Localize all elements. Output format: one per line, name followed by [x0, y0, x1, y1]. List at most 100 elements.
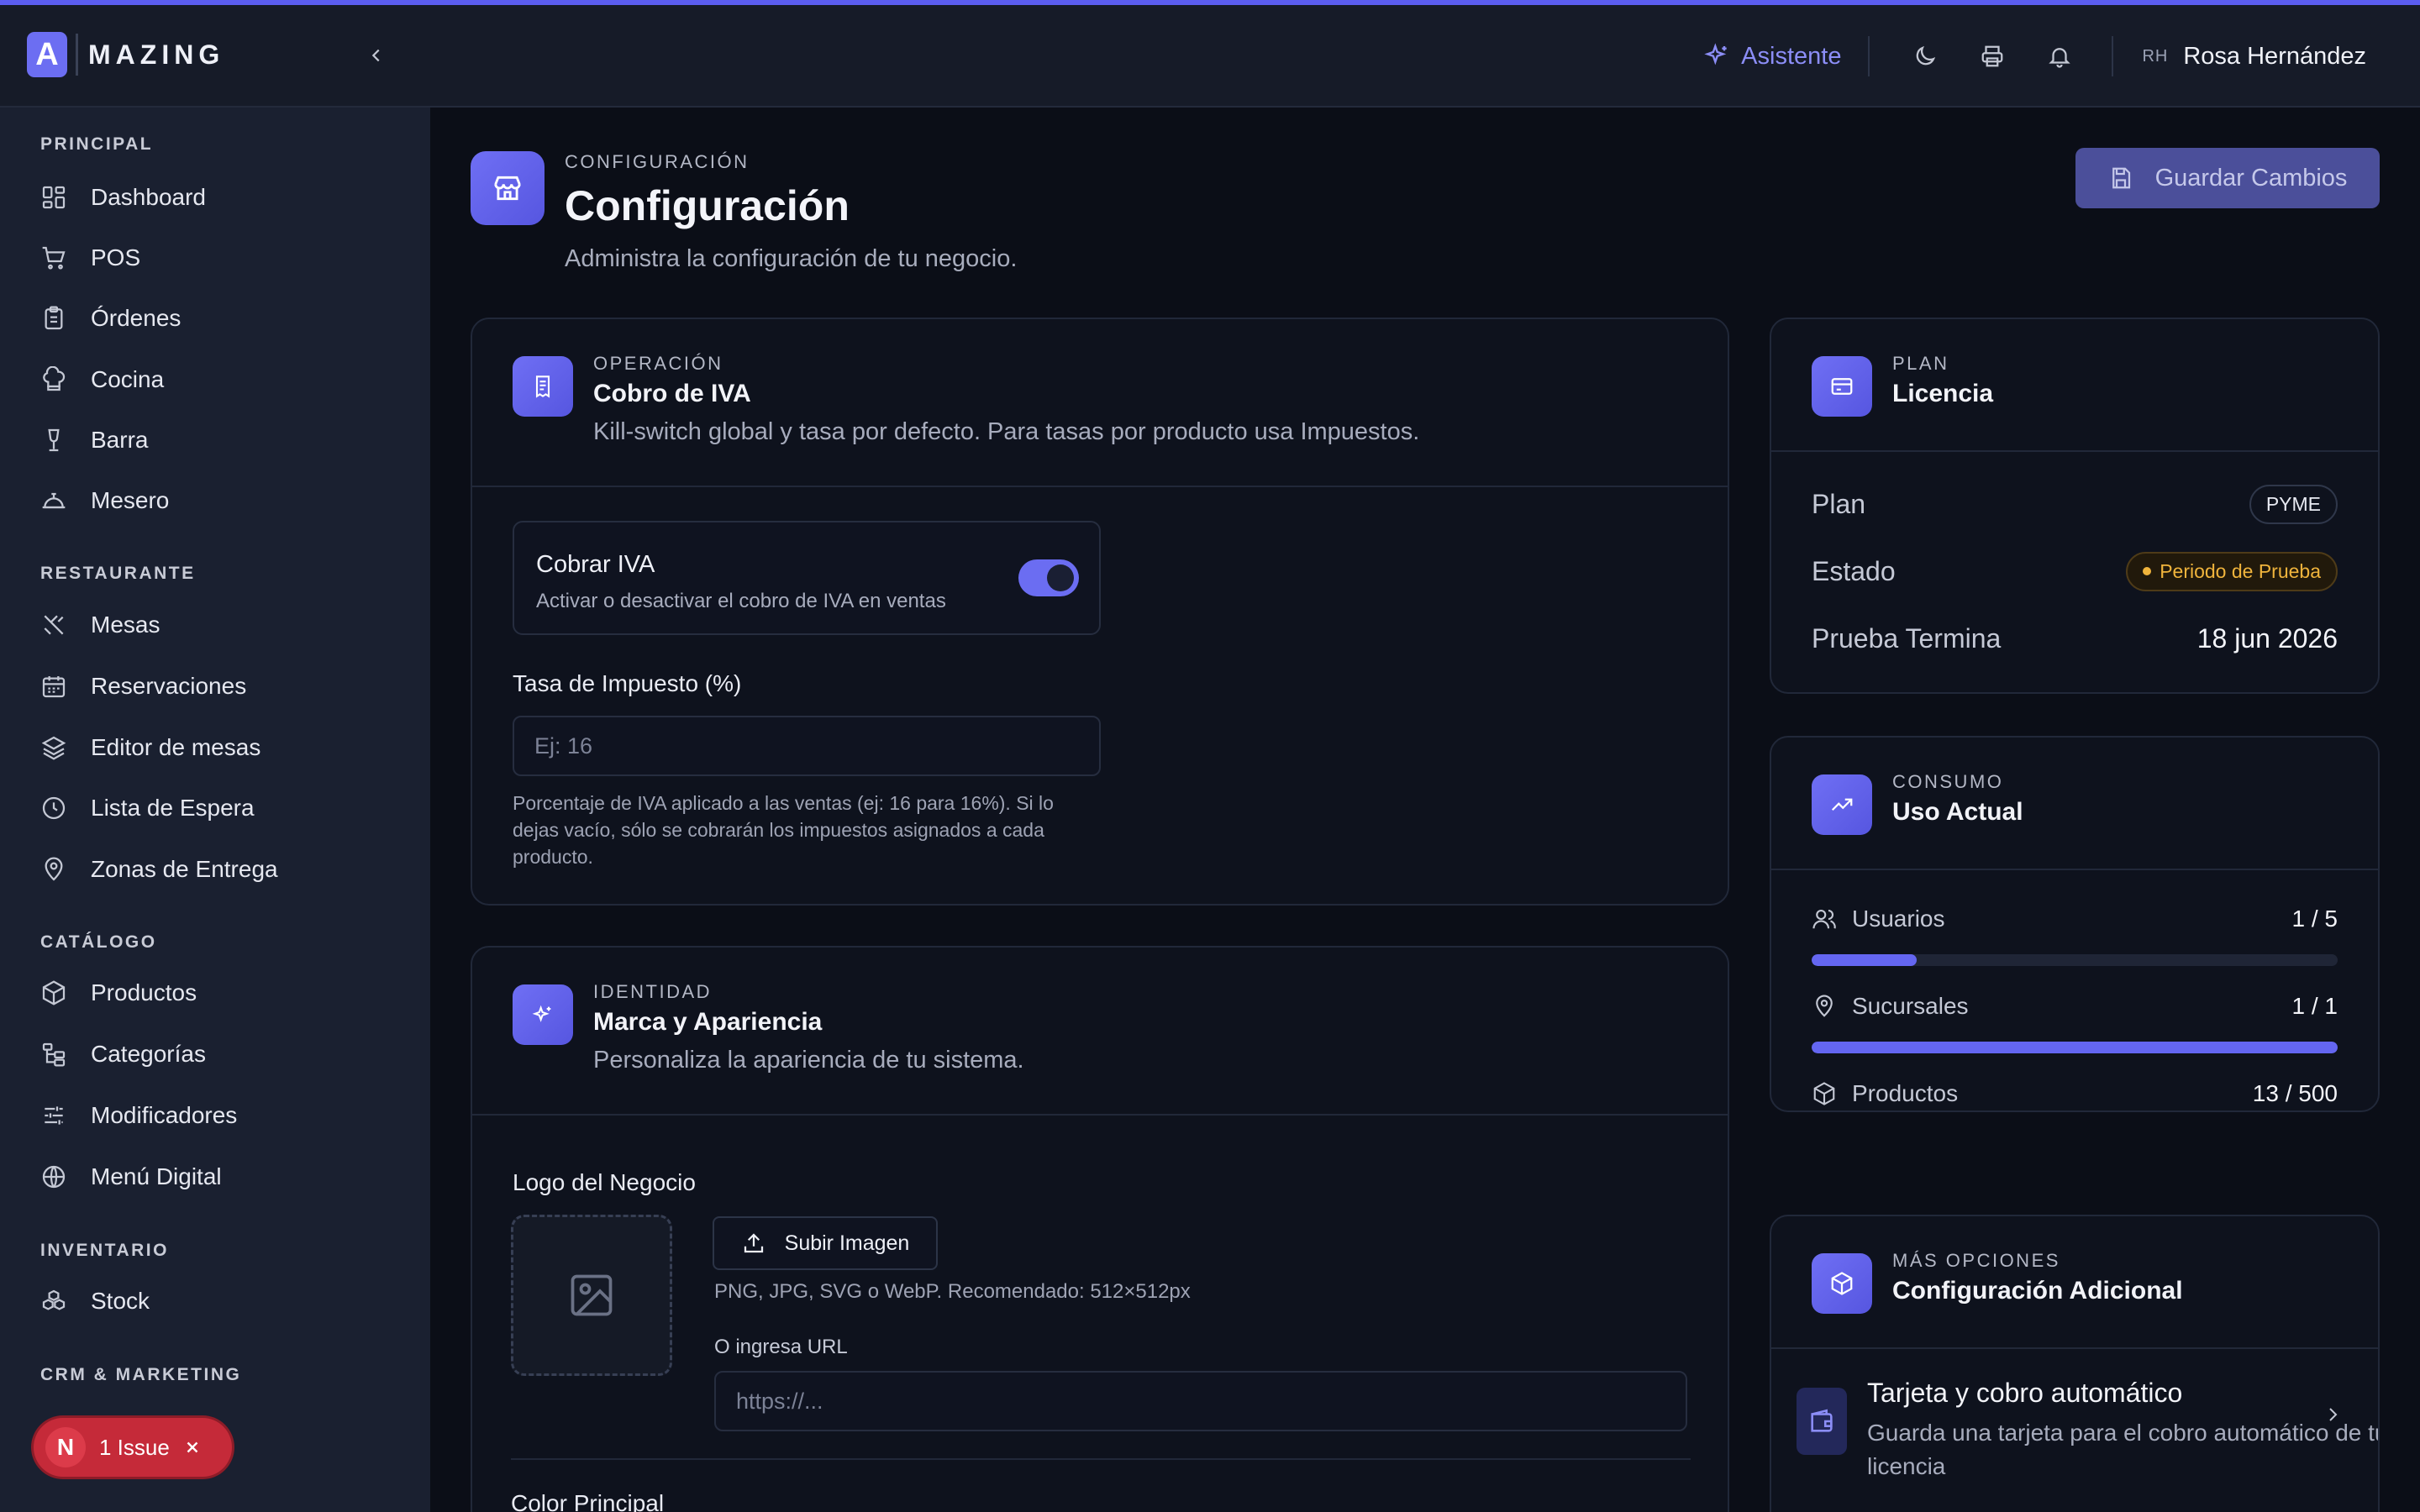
option-title: Tarjeta y cobro automático: [1867, 1378, 2183, 1408]
store-icon: [494, 176, 521, 201]
tax-rate-input[interactable]: Ej: 16: [513, 716, 1101, 776]
sidebar-item-label: Mesero: [91, 487, 170, 513]
usage-card-title: Uso Actual: [1892, 798, 2023, 826]
brand-card-icon: [513, 984, 573, 1045]
sidebar-item-label: Mesas: [91, 612, 160, 638]
sidebar-item-lista-espera[interactable]: Lista de Espera: [40, 786, 255, 830]
sidebar-item-menu-digital[interactable]: Menú Digital: [40, 1155, 222, 1199]
main-content: CONFIGURACIÓN Configuración Administra l…: [430, 108, 2420, 1512]
brand-card-kicker: IDENTIDAD: [593, 981, 713, 1002]
sidebar-item-label: Lista de Espera: [91, 795, 255, 821]
card-billing-option[interactable]: Tarjeta y cobro automático Guarda una ta…: [1797, 1366, 2378, 1479]
chevron-right-icon: [2323, 1404, 2343, 1429]
package-icon: [1813, 1082, 1835, 1105]
brand-card-title: Marca y Apariencia: [593, 1008, 823, 1036]
assistant-label: Asistente: [1741, 42, 1842, 70]
logo-url-input[interactable]: https://...: [714, 1371, 1687, 1431]
usage-value: 13 / 500: [2252, 1080, 2338, 1106]
usage-row-productos: Productos 13 / 500: [1812, 1077, 2338, 1110]
divider: [511, 1458, 1691, 1460]
sidebar-section-restaurante: RESTAURANTE: [40, 564, 196, 583]
sidebar-item-reservaciones[interactable]: Reservaciones: [40, 664, 246, 708]
sidebar-item-mesero[interactable]: Mesero: [40, 479, 169, 522]
sidebar-item-label: POS: [91, 244, 141, 270]
chevron-left-icon: [371, 49, 380, 62]
upload-image-button[interactable]: Subir Imagen: [713, 1216, 938, 1270]
cube-icon: [1831, 1272, 1853, 1295]
sidebar-section-crm: CRM & MARKETING: [40, 1365, 242, 1384]
sidebar-item-pos[interactable]: POS: [40, 236, 140, 280]
color-label: Color Principal: [511, 1490, 665, 1512]
tax-rate-help: Porcentaje de IVA aplicado a las ventas …: [513, 792, 1054, 868]
dashboard-icon: [42, 186, 66, 209]
usage-label: Usuarios: [1852, 906, 1945, 932]
sidebar-item-zonas-entrega[interactable]: Zonas de Entrega: [40, 848, 278, 891]
status-dot: [2143, 567, 2152, 575]
iva-card-subtitle: Kill-switch global y tasa por defecto. P…: [593, 418, 1420, 445]
license-card-kicker: PLAN: [1892, 353, 1949, 374]
sidebar-item-modificadores[interactable]: Modificadores: [40, 1094, 237, 1137]
wallet-icon-box: [1797, 1388, 1847, 1455]
map-pin-icon: [1816, 995, 1833, 1017]
upload-button-label: Subir Imagen: [784, 1231, 910, 1255]
usage-label: Sucursales: [1852, 993, 1969, 1019]
sidebar-item-label: Cocina: [91, 366, 165, 392]
sidebar-item-mesas[interactable]: Mesas: [40, 603, 160, 647]
header-divider: [1868, 36, 1870, 76]
brand-logo[interactable]: A MAZING: [27, 32, 224, 77]
sliders-icon: [45, 1106, 63, 1125]
sidebar: PRINCIPAL Dashboard POS Órdenes Cocina B…: [0, 108, 430, 1512]
sidebar-item-label: Categorías: [91, 1041, 206, 1067]
usage-value: 1 / 5: [2291, 906, 2338, 932]
license-row-plan: Plan PYME: [1812, 483, 2338, 525]
sidebar-item-barra[interactable]: Barra: [40, 418, 148, 462]
sidebar-item-label: Zonas de Entrega: [91, 856, 278, 882]
collapse-sidebar-button[interactable]: [363, 42, 390, 69]
globe-icon: [42, 1165, 66, 1189]
sidebar-item-label: Barra: [91, 427, 149, 453]
receipt-icon: [535, 375, 550, 398]
sidebar-item-productos[interactable]: Productos: [40, 971, 197, 1015]
bell-icon: [2049, 48, 2071, 68]
sidebar-item-label: Reservaciones: [91, 673, 247, 699]
theme-toggle-button[interactable]: [1891, 44, 1959, 69]
users-icon: [1812, 909, 1836, 929]
logo-placeholder[interactable]: [511, 1215, 672, 1376]
sidebar-item-stock[interactable]: Stock: [40, 1279, 150, 1323]
sidebar-item-label: Dashboard: [91, 184, 206, 210]
close-icon[interactable]: [183, 1438, 202, 1457]
layers-icon: [41, 736, 66, 760]
save-button[interactable]: Guardar Cambios: [2075, 148, 2380, 208]
license-row-prueba: Prueba Termina 18 jun 2026: [1812, 617, 2338, 659]
issues-badge[interactable]: N 1 Issue: [34, 1418, 232, 1477]
calendar-icon: [42, 676, 66, 698]
sidebar-item-cocina[interactable]: Cocina: [40, 358, 164, 402]
utensils-crossed-icon: [44, 615, 64, 635]
sidebar-item-label: Modificadores: [91, 1102, 238, 1128]
more-options-card-icon: [1812, 1253, 1872, 1314]
usage-progress-fill: [1812, 1042, 2338, 1053]
sidebar-section-inventario: INVENTARIO: [40, 1241, 169, 1260]
avatar: RH: [2142, 46, 2169, 66]
status-badge-label: Periodo de Prueba: [2160, 559, 2321, 582]
cobrar-iva-switch[interactable]: [1018, 559, 1079, 596]
tax-rate-label: Tasa de Impuesto (%): [513, 670, 742, 696]
sidebar-item-dashboard[interactable]: Dashboard: [40, 176, 206, 219]
more-options-card: MÁS OPCIONES Configuración Adicional Tar…: [1770, 1215, 2380, 1512]
sidebar-item-label: Menú Digital: [91, 1163, 222, 1189]
sidebar-item-categorias[interactable]: Categorías: [40, 1032, 206, 1076]
notifications-button[interactable]: [2026, 44, 2093, 69]
sidebar-section-catalogo: CATÁLOGO: [40, 932, 157, 952]
sidebar-item-ordenes[interactable]: Órdenes: [40, 297, 181, 340]
save-button-label: Guardar Cambios: [2154, 164, 2348, 192]
user-menu[interactable]: RH Rosa Hernández: [2142, 43, 2366, 71]
sidebar-item-editor-mesas[interactable]: Editor de mesas: [40, 726, 260, 769]
license-card: PLAN Licencia Plan PYME Estado Periodo d…: [1770, 318, 2380, 694]
usage-card: CONSUMO Uso Actual Usuarios 1 / 5 Sucursa…: [1770, 736, 2380, 1112]
assistant-button[interactable]: Asistente: [1704, 43, 1841, 71]
usage-card-kicker: CONSUMO: [1892, 771, 2004, 792]
toggle-title: Cobrar IVA: [536, 551, 655, 578]
wine-glass-icon: [48, 428, 60, 452]
print-button[interactable]: [1959, 44, 2026, 69]
credit-card-icon: [1831, 378, 1853, 395]
